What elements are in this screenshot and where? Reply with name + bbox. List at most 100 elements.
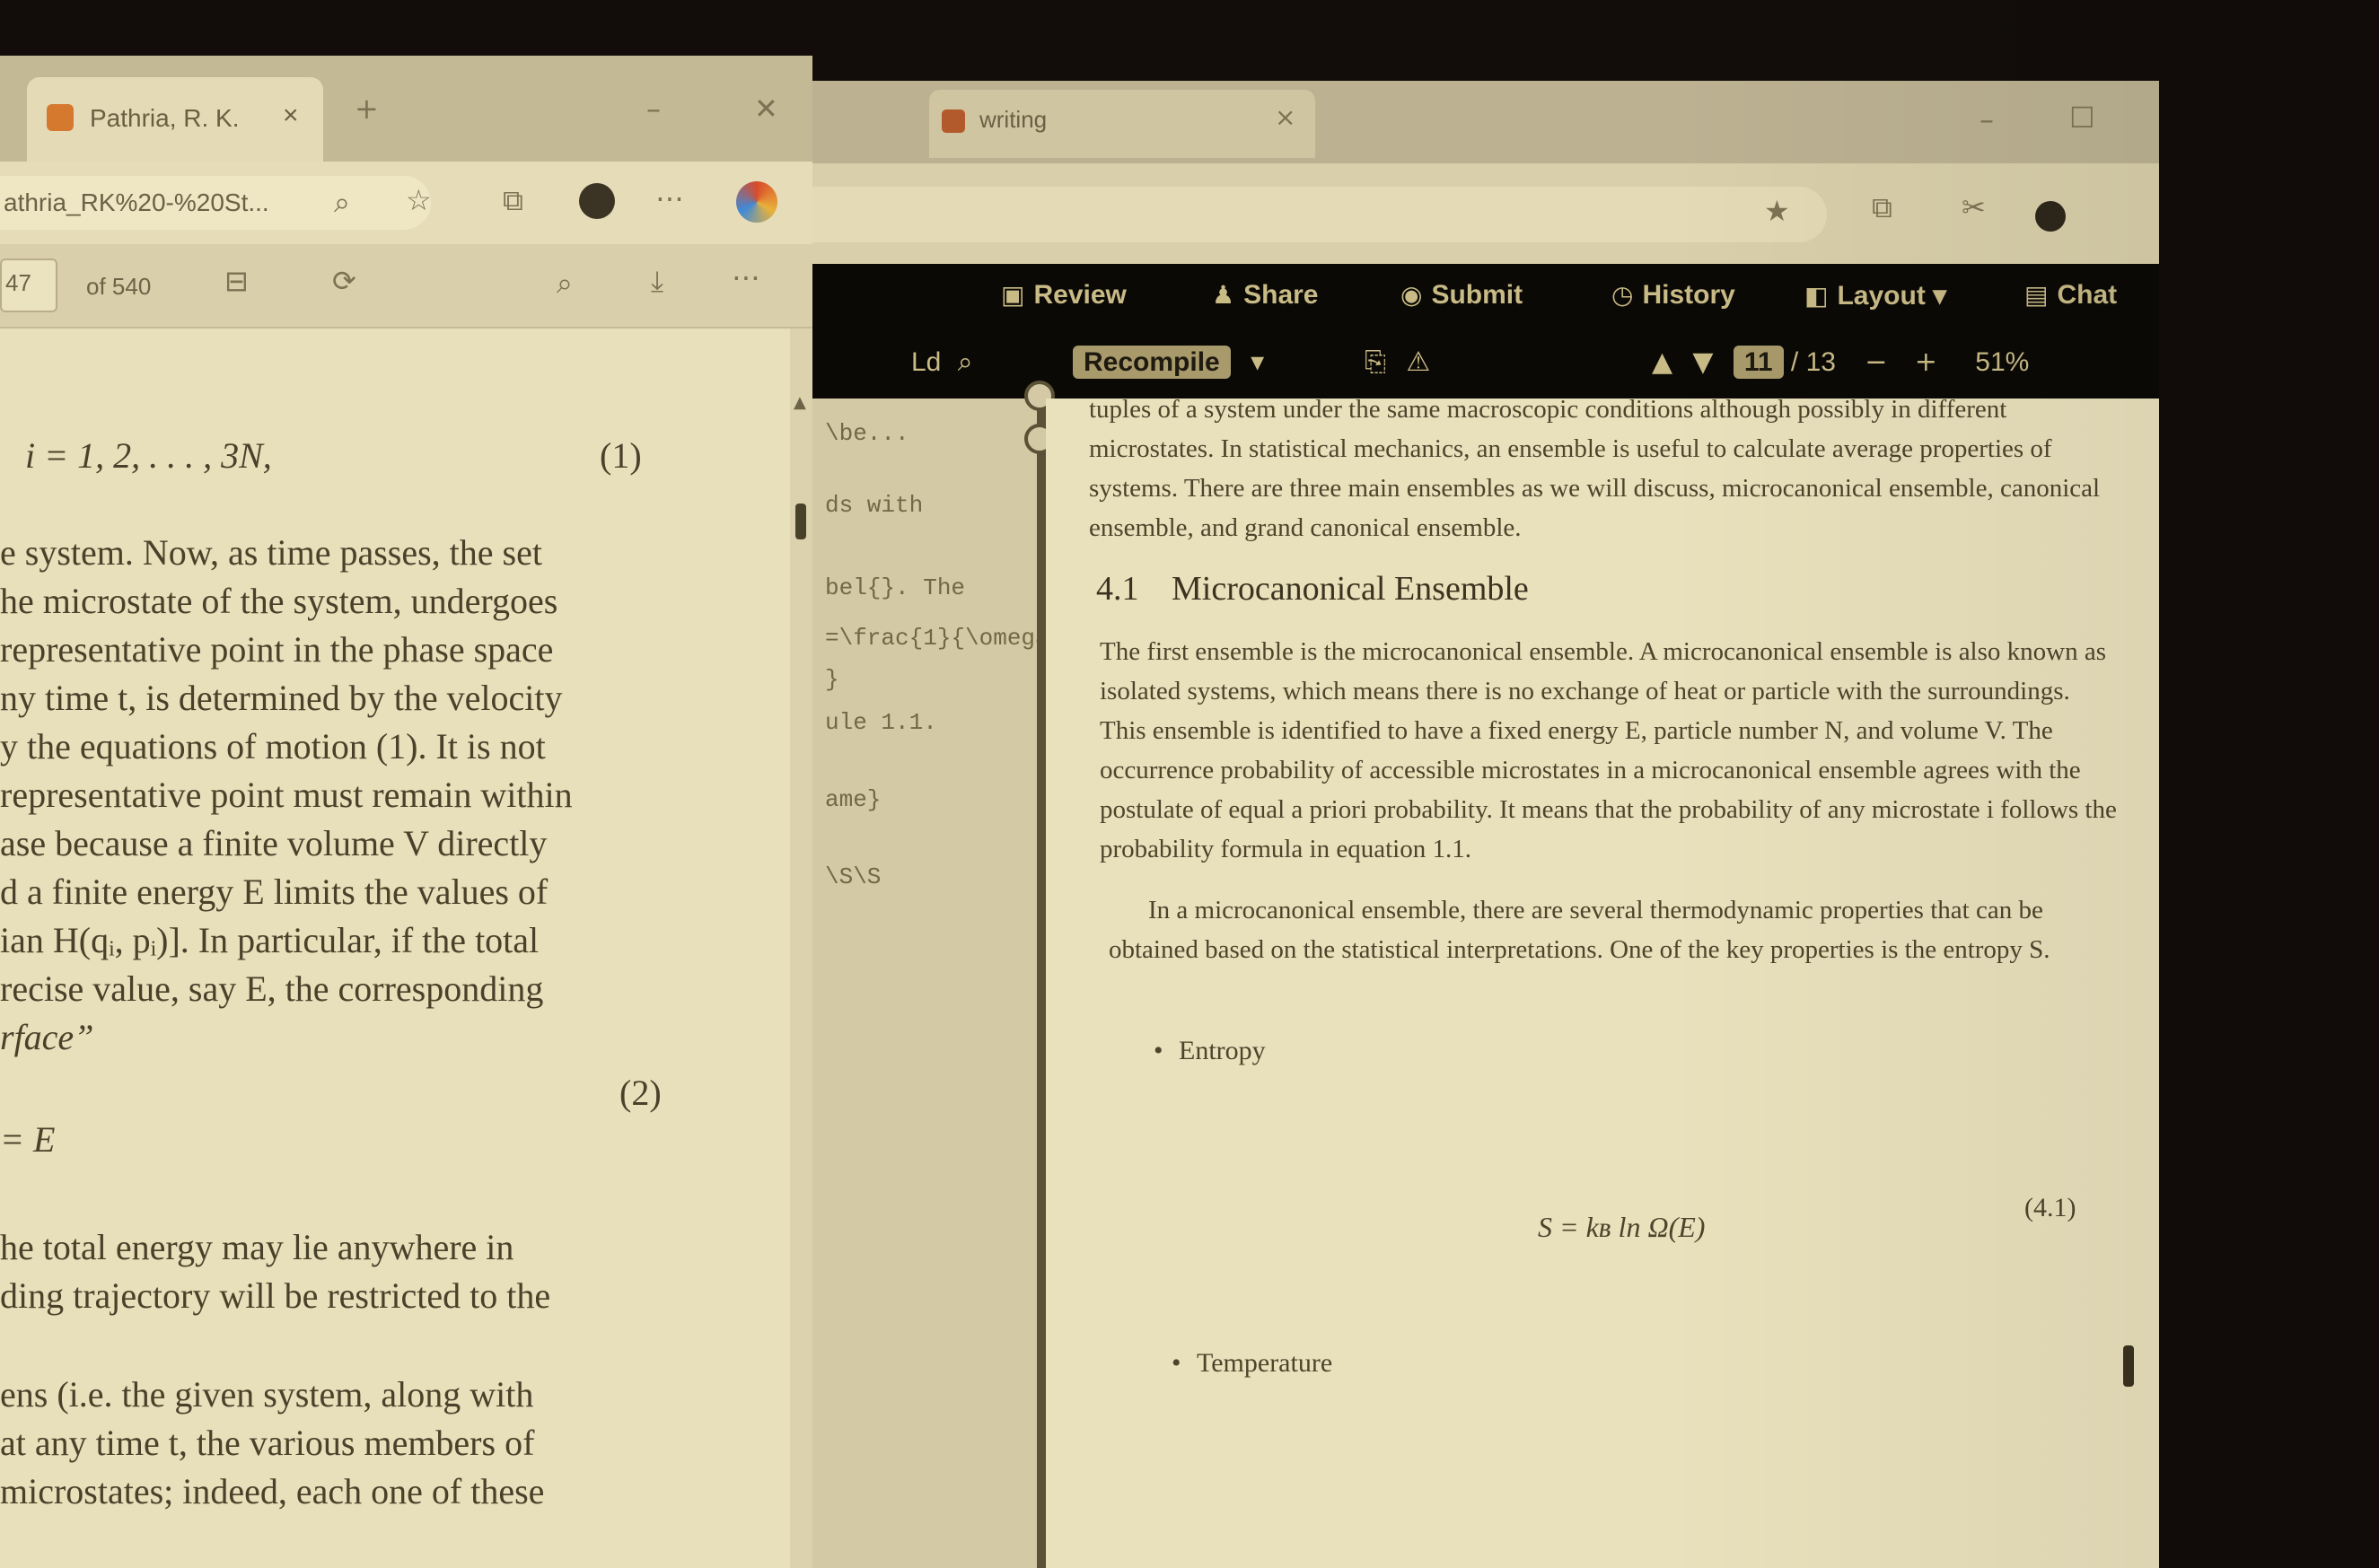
preview-tools: ⎘ ⚠ <box>1365 346 1430 391</box>
equation-2: = E <box>0 1119 56 1160</box>
pdf-page: i = 1, 2, . . . , 3N, (1) e system. Now,… <box>0 328 790 1568</box>
history-icon: ◷ <box>1611 280 1634 310</box>
equation-2-number: (2) <box>619 1073 662 1113</box>
maximize-icon[interactable]: ☐ <box>2069 101 2095 135</box>
section-number: 4.1 <box>1096 570 1139 608</box>
share-button[interactable]: ♟ Share <box>1212 280 1319 323</box>
url-input[interactable]: athria_RK%20-%20St... <box>0 176 431 230</box>
page-total: of 540 <box>86 273 152 300</box>
scroll-up-icon[interactable]: ▲ <box>794 393 806 412</box>
warning-icon[interactable]: ⚠ <box>1406 346 1430 378</box>
url-text: athria_RK%20-%20St... <box>4 188 269 216</box>
minimize-icon[interactable]: – <box>646 92 661 126</box>
history-label: History <box>1642 280 1735 310</box>
bookmark-star-icon[interactable]: ★ <box>1764 194 1790 228</box>
profile-avatar[interactable] <box>2035 201 2066 232</box>
fit-page-icon[interactable]: ⊟ <box>224 264 249 298</box>
review-button[interactable]: ▣ Review <box>1001 280 1127 323</box>
text-line: e system. Now, as time passes, the set <box>0 532 542 573</box>
formula-number: (4.1) <box>2024 1193 2076 1222</box>
text-line: rface” <box>0 1017 94 1057</box>
code-line: \S\S <box>825 863 882 890</box>
text-line: y the equations of motion (1). It is not <box>0 726 546 766</box>
browser-tab-bar: Pathria, R. K. × + – ✕ <box>0 56 812 162</box>
close-icon[interactable]: × <box>1275 102 1295 132</box>
extensions-icon[interactable]: ⧉ <box>503 183 523 218</box>
scrollbar-thumb[interactable] <box>795 504 806 539</box>
pdf-toolbar: 47 of 540 ⊟ ⟳ ⌕ ⤓ ⋯ <box>0 244 812 328</box>
browser-logo-icon[interactable] <box>736 181 777 223</box>
code-line: ds with <box>825 492 924 519</box>
tab-title: Pathria, R. K. <box>90 104 240 132</box>
bullet-entropy: Entropy <box>1179 1036 1266 1065</box>
more-menu-icon[interactable]: ⋯ <box>655 181 684 215</box>
layout-button[interactable]: ◧ Layout ▾ <box>1804 280 1946 323</box>
text-line: ny time t, is determined by the velocity <box>0 678 563 718</box>
chat-icon: ▤ <box>2024 280 2049 310</box>
recompile-button[interactable]: Recompile ▾ <box>1073 346 1264 391</box>
profile-avatar[interactable] <box>579 183 615 219</box>
page-navigation: ▲ ▼ 11 / 13 − + 51% <box>1652 346 2029 391</box>
bold-icon[interactable]: Ld <box>911 347 941 377</box>
submit-button[interactable]: ◉ Submit <box>1400 280 1523 323</box>
share-icon: ♟ <box>1212 280 1235 310</box>
text-line: ding trajectory will be restricted to th… <box>0 1275 551 1316</box>
pdf-more-icon[interactable]: ⋯ <box>732 260 760 294</box>
next-page-icon[interactable]: ▼ <box>1692 346 1713 378</box>
extensions-icon[interactable]: ⧉ <box>1872 190 1892 225</box>
close-icon[interactable]: × <box>283 101 299 131</box>
zoom-level[interactable]: 51% <box>1975 347 2029 377</box>
download-pdf-icon[interactable]: ⎘ <box>1365 346 1386 378</box>
tools-icon[interactable]: ✂ <box>1962 190 1986 224</box>
rotate-icon[interactable]: ⟳ <box>332 264 356 298</box>
submit-label: Submit <box>1431 280 1523 310</box>
pdf-scrollbar[interactable]: ▲ <box>790 328 812 1568</box>
review-icon: ▣ <box>1001 280 1025 310</box>
zoom-out-icon[interactable]: − <box>1865 346 1887 378</box>
code-line: bel{}. The <box>825 574 966 601</box>
close-window-icon[interactable]: ✕ <box>754 92 778 126</box>
prev-page-icon[interactable]: ▲ <box>1652 346 1672 378</box>
browser-tab-pdf[interactable]: Pathria, R. K. × <box>27 77 323 162</box>
page-number-input[interactable]: 47 <box>0 258 57 312</box>
bookmark-star-icon[interactable]: ☆ <box>406 183 432 217</box>
preview-scrollbar-thumb[interactable] <box>2123 1345 2134 1387</box>
layout-icon: ◧ <box>1804 281 1829 311</box>
recompile-dropdown-icon[interactable]: ▾ <box>1251 346 1264 378</box>
text-line: recise value, say E, the corresponding <box>0 968 544 1009</box>
bullet-marker-icon: • <box>1172 1348 1181 1378</box>
search-icon[interactable]: ⌕ <box>958 346 973 378</box>
text-line: representative point in the phase space <box>0 629 554 670</box>
new-tab-icon[interactable]: + <box>355 92 379 126</box>
search-icon[interactable]: ⌕ <box>557 266 573 301</box>
recompile-label: Recompile <box>1073 346 1231 379</box>
bullet-temperature: Temperature <box>1197 1348 1333 1378</box>
history-button[interactable]: ◷ History <box>1611 280 1735 323</box>
browser-tab-writing[interactable]: writing × <box>929 90 1315 158</box>
code-line: ame} <box>825 786 882 813</box>
text-line: ens (i.e. the given system, along with <box>0 1374 534 1415</box>
page-number-input[interactable]: 11 <box>1733 346 1784 379</box>
pdf-viewer-window: Pathria, R. K. × + – ✕ athria_RK%20-%20S… <box>0 56 812 1568</box>
text-line: ian H(qᵢ, pᵢ)]. In particular, if the to… <box>0 920 540 960</box>
editor-tab-bar: writing × – ☐ <box>812 81 2159 163</box>
layout-label: Layout <box>1837 281 1926 311</box>
submit-icon: ◉ <box>1400 280 1423 310</box>
tab-title: writing <box>979 106 1048 133</box>
download-icon[interactable]: ⤓ <box>651 264 663 299</box>
text-line: at any time t, the various members of <box>0 1423 535 1463</box>
zoom-in-icon[interactable]: + <box>1915 346 1937 378</box>
editor-header: ▣ Review ♟ Share ◉ Submit ◷ History ◧ Layout … <box>812 264 2159 399</box>
editor-favicon-icon <box>942 109 965 133</box>
text-line: d a finite energy E limits the values of <box>0 872 549 912</box>
split-divider[interactable] <box>1024 381 1055 1568</box>
chat-button[interactable]: ▤ Chat <box>2024 280 2117 323</box>
minimize-icon[interactable]: – <box>1980 102 1994 136</box>
page-total: / 13 <box>1790 347 1836 377</box>
zoom-icon[interactable]: ⌕ <box>334 185 350 220</box>
equation-1-number: (1) <box>600 435 642 476</box>
code-editor-pane[interactable]: \be... ds with bel{}. The =\frac{1}{\ome… <box>812 399 1091 1568</box>
url-input[interactable]: ★ <box>812 187 1827 242</box>
share-label: Share <box>1243 280 1319 310</box>
text-line: he total energy may lie anywhere in <box>0 1227 514 1267</box>
